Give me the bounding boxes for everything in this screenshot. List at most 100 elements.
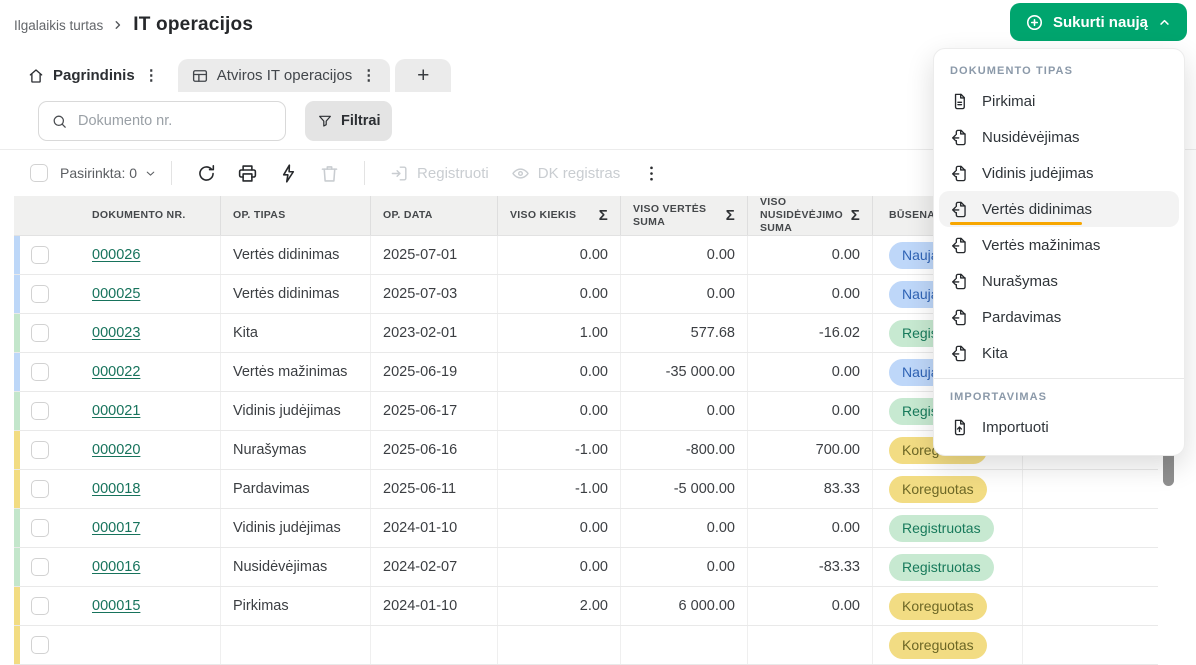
document-number-link[interactable]: 000022 [92, 364, 140, 380]
sum-icon[interactable]: Σ [599, 208, 608, 223]
chevron-up-icon [1160, 19, 1169, 25]
plus-circle-icon [1026, 14, 1042, 30]
menu-item-label: Pirkimai [982, 92, 1036, 110]
menu-item-label: Nusidėvėjimas [982, 128, 1080, 146]
menu-item-pardavimas[interactable]: Pardavimas [939, 299, 1179, 335]
search-icon [53, 115, 66, 128]
row-checkbox[interactable] [31, 363, 49, 381]
viso-vertes-suma-cell: 0.00 [620, 392, 747, 430]
document-number-link[interactable]: 000018 [92, 481, 140, 497]
document-number-cell: 000021 [80, 392, 220, 430]
column-header-op-data[interactable]: OP. DATA [370, 196, 497, 235]
column-header-viso-vertes-suma[interactable]: VISO VERTĖS SUMA Σ [620, 196, 747, 235]
create-new-button[interactable]: Sukurti naują [1009, 3, 1187, 41]
document-number-cell: 000020 [80, 431, 220, 469]
column-header-op-tipas[interactable]: OP. TIPAS [220, 196, 370, 235]
selected-count-dropdown[interactable]: Pasirinkta: 0 [60, 165, 157, 181]
document-number-link[interactable]: 000017 [92, 520, 140, 536]
search-input[interactable] [78, 113, 273, 129]
document-number-link[interactable]: 000015 [92, 598, 140, 614]
funnel-icon [319, 115, 331, 127]
document-import-icon [950, 418, 969, 437]
document-export-icon [950, 164, 969, 183]
viso-kiekis-cell: 0.00 [497, 353, 620, 391]
status-cell: Koreguotas [872, 626, 1022, 664]
op-date-cell: 2025-07-01 [370, 236, 497, 274]
row-checkbox[interactable] [31, 285, 49, 303]
dk-registras-button[interactable]: DK registras [500, 164, 632, 183]
viso-vertes-suma-cell: 577.68 [620, 314, 747, 352]
table-row: 000015 Pirkimas 2024-01-10 2.00 6 000.00 0.00… [14, 587, 1158, 626]
breadcrumb-parent-link[interactable]: Ilgalaikis turtas [14, 18, 103, 33]
row-checkbox[interactable] [31, 402, 49, 420]
row-checkbox[interactable] [31, 519, 49, 537]
viso-vertes-suma-cell: 6 000.00 [620, 587, 747, 625]
column-header-dokumento-nr[interactable]: DOKUMENTO NR. [80, 196, 220, 235]
menu-item-vertes-didinimas[interactable]: Vertės didinimas [939, 191, 1179, 227]
grid-icon [192, 69, 207, 82]
tab-menu-icon[interactable]: ⋮ [143, 68, 160, 83]
register-button[interactable]: Registruoti [379, 164, 500, 183]
menu-item-pirkimai[interactable]: Pirkimai [939, 83, 1179, 119]
document-number-link[interactable]: 000026 [92, 247, 140, 263]
op-type-cell: Nurašymas [220, 431, 370, 469]
row-checkbox[interactable] [31, 597, 49, 615]
viso-nusidevejimo-suma-cell: 700.00 [747, 431, 872, 469]
menu-item-vidinis-judejimas[interactable]: Vidinis judėjimas [939, 155, 1179, 191]
sum-icon[interactable]: Σ [726, 208, 735, 223]
op-type-cell: Vidinis judėjimas [220, 392, 370, 430]
toolbar-divider [171, 161, 173, 185]
row-checkbox[interactable] [31, 324, 49, 342]
row-checkbox[interactable] [31, 480, 49, 498]
document-number-link[interactable]: 000025 [92, 286, 140, 302]
column-header-viso-kiekis[interactable]: VISO KIEKIS Σ [497, 196, 620, 235]
viso-kiekis-cell: -1.00 [497, 431, 620, 469]
toolbar-more-button[interactable] [633, 163, 670, 184]
select-all-checkbox[interactable] [30, 164, 48, 182]
print-button[interactable] [227, 163, 268, 184]
kebab-menu-icon [650, 166, 654, 180]
row-checkbox[interactable] [31, 441, 49, 459]
menu-item-importuoti[interactable]: Importuoti [939, 409, 1179, 445]
tab-label: Pagrindinis [53, 67, 135, 84]
viso-kiekis-cell: 0.00 [497, 275, 620, 313]
document-number-link[interactable]: 000020 [92, 442, 140, 458]
document-export-icon [950, 344, 969, 363]
menu-item-kita[interactable]: Kita [939, 335, 1179, 371]
selected-count-label: Pasirinkta: 0 [60, 165, 138, 181]
quick-action-button[interactable] [268, 163, 309, 184]
document-export-icon [950, 200, 969, 219]
tab-atviros-it-operacijos[interactable]: Atviros IT operacijos ⋮ [177, 59, 391, 92]
table-row: 000016 Nusidėvėjimas 2024-02-07 0.00 0.00 -83… [14, 548, 1158, 587]
sum-icon[interactable]: Σ [851, 208, 860, 223]
row-checkbox-cell [20, 431, 80, 469]
tab-menu-icon[interactable]: ⋮ [360, 68, 377, 83]
op-date-cell: 2025-07-03 [370, 275, 497, 313]
document-number-link[interactable]: 000016 [92, 559, 140, 575]
add-tab-button[interactable]: + [395, 59, 452, 92]
menu-item-nurasymas[interactable]: Nurašymas [939, 263, 1179, 299]
viso-nusidevejimo-suma-cell: 0.00 [747, 236, 872, 274]
menu-item-nusidevejimas[interactable]: Nusidėvėjimas [939, 119, 1179, 155]
refresh-button[interactable] [186, 163, 227, 184]
row-checkbox[interactable] [31, 636, 49, 654]
delete-button[interactable] [309, 163, 350, 184]
viso-vertes-suma-cell: -35 000.00 [620, 353, 747, 391]
menu-item-vertes-mazinimas[interactable]: Vertės mažinimas [939, 227, 1179, 263]
viso-vertes-suma-cell: 0.00 [620, 509, 747, 547]
row-checkbox[interactable] [31, 558, 49, 576]
filter-button[interactable]: Filtrai [305, 101, 393, 141]
tab-pagrindinis[interactable]: Pagrindinis ⋮ [14, 59, 173, 92]
document-number-link[interactable]: 000021 [92, 403, 140, 419]
viso-nusidevejimo-suma-cell: 0.00 [747, 392, 872, 430]
menu-item-label: Vidinis judėjimas [982, 164, 1094, 182]
extra-cell [1022, 470, 1158, 508]
document-number-link[interactable]: 000023 [92, 325, 140, 341]
document-export-icon [950, 272, 969, 291]
document-number-cell: 000025 [80, 275, 220, 313]
op-type-cell: Kita [220, 314, 370, 352]
row-checkbox[interactable] [31, 246, 49, 264]
document-number-cell: 000017 [80, 509, 220, 547]
viso-nusidevejimo-suma-cell: 0.00 [747, 353, 872, 391]
column-header-viso-nusidevejimo-suma[interactable]: VISO NUSIDĖVĖJIMO SUMA Σ [747, 196, 872, 235]
